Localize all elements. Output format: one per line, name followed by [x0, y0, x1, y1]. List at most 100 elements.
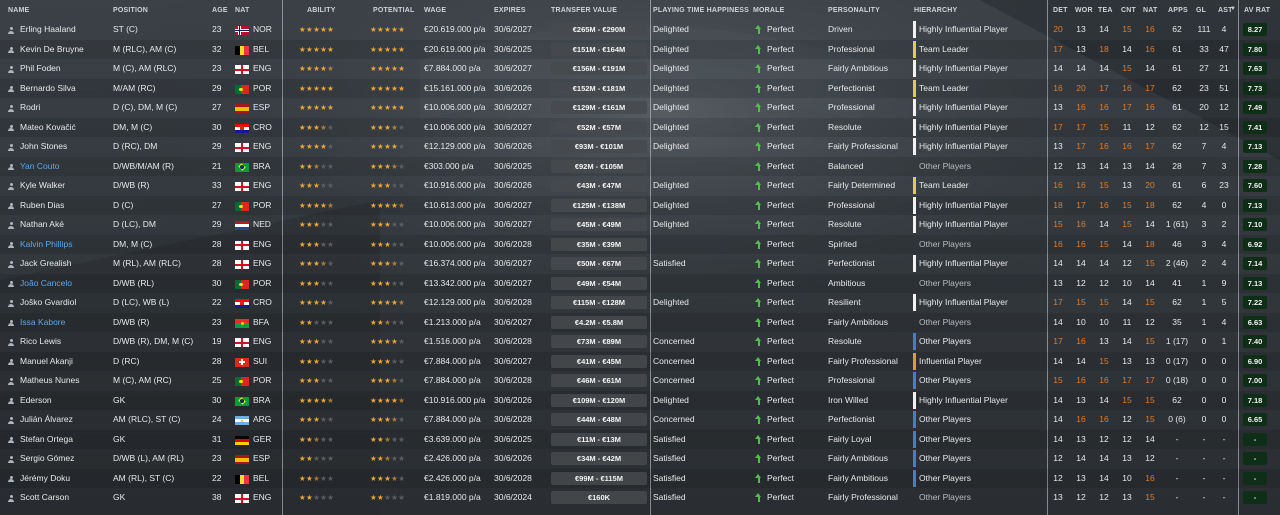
header-playing-time-happiness[interactable]: PLAYING TIME HAPPINESS — [653, 7, 749, 14]
player-nationality[interactable]: CRO — [253, 118, 279, 138]
player-nationality[interactable]: POR — [253, 79, 279, 99]
player-name[interactable]: Stefan Ortega — [20, 430, 112, 450]
player-row[interactable]: Rodri D (C), DM, M (C) 27 ESP ★★★★★ ★★★★★ €10.… — [0, 98, 1280, 118]
player-name[interactable]: Kevin De Bruyne — [20, 40, 112, 60]
player-row[interactable]: Stefan Ortega GK 31 GER ★★★★★ ★★★★★ €3.639.000… — [0, 429, 1280, 450]
player-nationality[interactable]: ENG — [253, 332, 279, 352]
header-concentration[interactable]: CNT — [1121, 7, 1136, 14]
player-name[interactable]: Yan Couto — [20, 157, 112, 177]
player-name[interactable]: Erling Haaland — [20, 20, 112, 40]
player-name[interactable]: Mateo Kovačić — [20, 118, 112, 138]
header-assists[interactable]: AST — [1218, 7, 1233, 14]
player-row[interactable]: Kalvin Phillips DM, M (C) 28 ENG ★★★★★ ★★★★★ €… — [0, 234, 1280, 255]
player-nationality[interactable]: ENG — [253, 137, 279, 157]
player-position: D/WB (R), DM, M (C) — [113, 336, 194, 346]
player-name[interactable]: Scott Carson — [20, 488, 112, 508]
header-determination[interactable]: DET — [1053, 7, 1068, 14]
player-row[interactable]: Julián Álvarez AM (RLC), ST (C) 24 ARG ★★★★★… — [0, 410, 1280, 430]
header-work-rate[interactable]: WOR — [1075, 7, 1093, 14]
player-nationality[interactable]: SUI — [253, 352, 279, 372]
player-nationality[interactable]: BEL — [253, 469, 279, 489]
player-row[interactable]: Manuel Akanji D (RC) 28 SUI ★★★★★ ★★★★★ €7.884… — [0, 351, 1280, 372]
header-position[interactable]: POSITION — [113, 7, 148, 14]
player-name[interactable]: Rico Lewis — [20, 332, 112, 352]
player-row[interactable]: Nathan Aké D (LC), DM 29 NED ★★★★★ ★★★★★ €10.0… — [0, 215, 1280, 235]
header-potential[interactable]: POTENTIAL — [373, 7, 414, 14]
player-nationality[interactable]: CRO — [253, 293, 279, 313]
header-appearances[interactable]: APPS — [1168, 7, 1188, 14]
player-row[interactable]: Jérémy Doku AM (RL), ST (C) 22 BEL ★★★★★ ★★★★… — [0, 468, 1280, 489]
player-nationality[interactable]: ENG — [253, 254, 279, 274]
player-name[interactable]: Phil Foden — [20, 59, 112, 79]
player-row[interactable]: Sergio Gómez D/WB (L), AM (RL) 23 ESP ★★★★★ ★… — [0, 449, 1280, 469]
header-age[interactable]: AGE — [212, 7, 228, 14]
player-row[interactable]: Kevin De Bruyne M (RLC), AM (C) 32 BEL ★★★★★… — [0, 39, 1280, 60]
player-row[interactable]: Mateo Kovačić DM, M (C) 30 CRO ★★★★★ ★★★★★ €10… — [0, 117, 1280, 138]
player-row[interactable]: Bernardo Silva M/AM (RC) 29 POR ★★★★★ ★★★★★ €1… — [0, 78, 1280, 99]
player-nationality[interactable]: POR — [253, 371, 279, 391]
header-transfer-value[interactable]: TRANSFER VALUE — [551, 7, 617, 14]
player-row[interactable]: Kyle Walker D/WB (R) 33 ENG ★★★★★ ★★★★★ €10.91… — [0, 176, 1280, 196]
player-name[interactable]: Kyle Walker — [20, 176, 112, 196]
player-name[interactable]: João Cancelo — [20, 274, 112, 294]
player-nationality[interactable]: BEL — [253, 40, 279, 60]
player-nationality[interactable]: NED — [253, 215, 279, 235]
player-row[interactable]: Yan Couto D/WB/M/AM (R) 21 BRA ★★★★★ ★★★★★ €30… — [0, 156, 1280, 177]
player-name[interactable]: Issa Kabore — [20, 313, 112, 333]
header-nationality[interactable]: NAT — [235, 7, 249, 14]
header-goals[interactable]: GL — [1196, 7, 1206, 14]
header-personality[interactable]: PERSONALITY — [828, 7, 880, 14]
average-rating-badge: - — [1243, 432, 1267, 446]
header-name[interactable]: NAME — [8, 7, 29, 14]
player-nationality[interactable]: ENG — [253, 235, 279, 255]
player-nationality[interactable]: ESP — [253, 449, 279, 469]
player-name[interactable]: Manuel Akanji — [20, 352, 112, 372]
header-hierarchy[interactable]: HIERARCHY — [914, 7, 957, 14]
player-row[interactable]: Joško Gvardiol D (LC), WB (L) 22 CRO ★★★★★ ★★… — [0, 293, 1280, 313]
player-row[interactable]: Erling Haaland ST (C) 23 NOR ★★★★★ ★★★★★ €20.6… — [0, 20, 1280, 40]
player-name[interactable]: Joško Gvardiol — [20, 293, 112, 313]
player-row[interactable]: Rico Lewis D/WB (R), DM, M (C) 19 ENG ★★★★★ ★… — [0, 332, 1280, 352]
header-teamwork[interactable]: TEA — [1098, 7, 1113, 14]
player-row[interactable]: Issa Kabore D/WB (R) 23 BFA ★★★★★ ★★★★★ €1.213… — [0, 312, 1280, 333]
player-name[interactable]: Matheus Nunes — [20, 371, 112, 391]
player-row[interactable]: Phil Foden M (C), AM (RLC) 23 ENG ★★★★★ ★★★★★… — [0, 59, 1280, 79]
player-name[interactable]: Ederson — [20, 391, 112, 411]
header-natural-fitness[interactable]: NAT — [1143, 7, 1157, 14]
player-row[interactable]: John Stones D (RC), DM 29 ENG ★★★★★ ★★★★★ €12.… — [0, 137, 1280, 157]
player-name[interactable]: Jérémy Doku — [20, 469, 112, 489]
player-row[interactable]: João Cancelo D/WB (RL) 30 POR ★★★★★ ★★★★★ €13.… — [0, 273, 1280, 294]
player-row[interactable]: Ederson GK 30 BRA ★★★★★ ★★★★★ €10.916.000 p/a 3… — [0, 390, 1280, 411]
player-nationality[interactable]: POR — [253, 196, 279, 216]
player-name[interactable]: Sergio Gómez — [20, 449, 112, 469]
player-name[interactable]: Nathan Aké — [20, 215, 112, 235]
player-nationality[interactable]: ARG — [253, 410, 279, 430]
header-average-rating[interactable]: AV RAT — [1244, 7, 1270, 14]
player-name[interactable]: Ruben Dias — [20, 196, 112, 216]
header-wage[interactable]: WAGE — [424, 7, 446, 14]
player-row[interactable]: Jack Grealish M (RL), AM (RLC) 28 ENG ★★★★★ ★… — [0, 254, 1280, 274]
player-nationality[interactable]: POR — [253, 274, 279, 294]
player-nationality[interactable]: BFA — [253, 313, 279, 333]
player-name[interactable]: Jack Grealish — [20, 254, 112, 274]
header-expires[interactable]: EXPIRES — [494, 7, 526, 14]
player-nationality[interactable]: ESP — [253, 98, 279, 118]
player-nationality[interactable]: BRA — [253, 391, 279, 411]
player-row[interactable]: Scott Carson GK 38 ENG ★★★★★ ★★★★★ €1.819.000 … — [0, 488, 1280, 508]
player-name[interactable]: Kalvin Phillips — [20, 235, 112, 255]
header-morale[interactable]: MORALE — [753, 7, 785, 14]
player-nationality[interactable]: ENG — [253, 59, 279, 79]
player-nationality[interactable]: ENG — [253, 176, 279, 196]
playing-time-happiness: Concerned — [653, 336, 695, 346]
player-nationality[interactable]: NOR — [253, 20, 279, 40]
player-name[interactable]: Bernardo Silva — [20, 79, 112, 99]
player-name[interactable]: Julián Álvarez — [20, 410, 112, 430]
player-nationality[interactable]: BRA — [253, 157, 279, 177]
header-ability[interactable]: ABILITY — [307, 7, 336, 14]
player-row[interactable]: Matheus Nunes M (C), AM (RC) 25 POR ★★★★★ ★★★… — [0, 371, 1280, 391]
player-nationality[interactable]: GER — [253, 430, 279, 450]
player-name[interactable]: Rodri — [20, 98, 112, 118]
player-nationality[interactable]: ENG — [253, 488, 279, 508]
player-name[interactable]: John Stones — [20, 137, 112, 157]
player-row[interactable]: Ruben Dias D (C) 27 POR ★★★★★ ★★★★★ €10.613.00… — [0, 195, 1280, 216]
